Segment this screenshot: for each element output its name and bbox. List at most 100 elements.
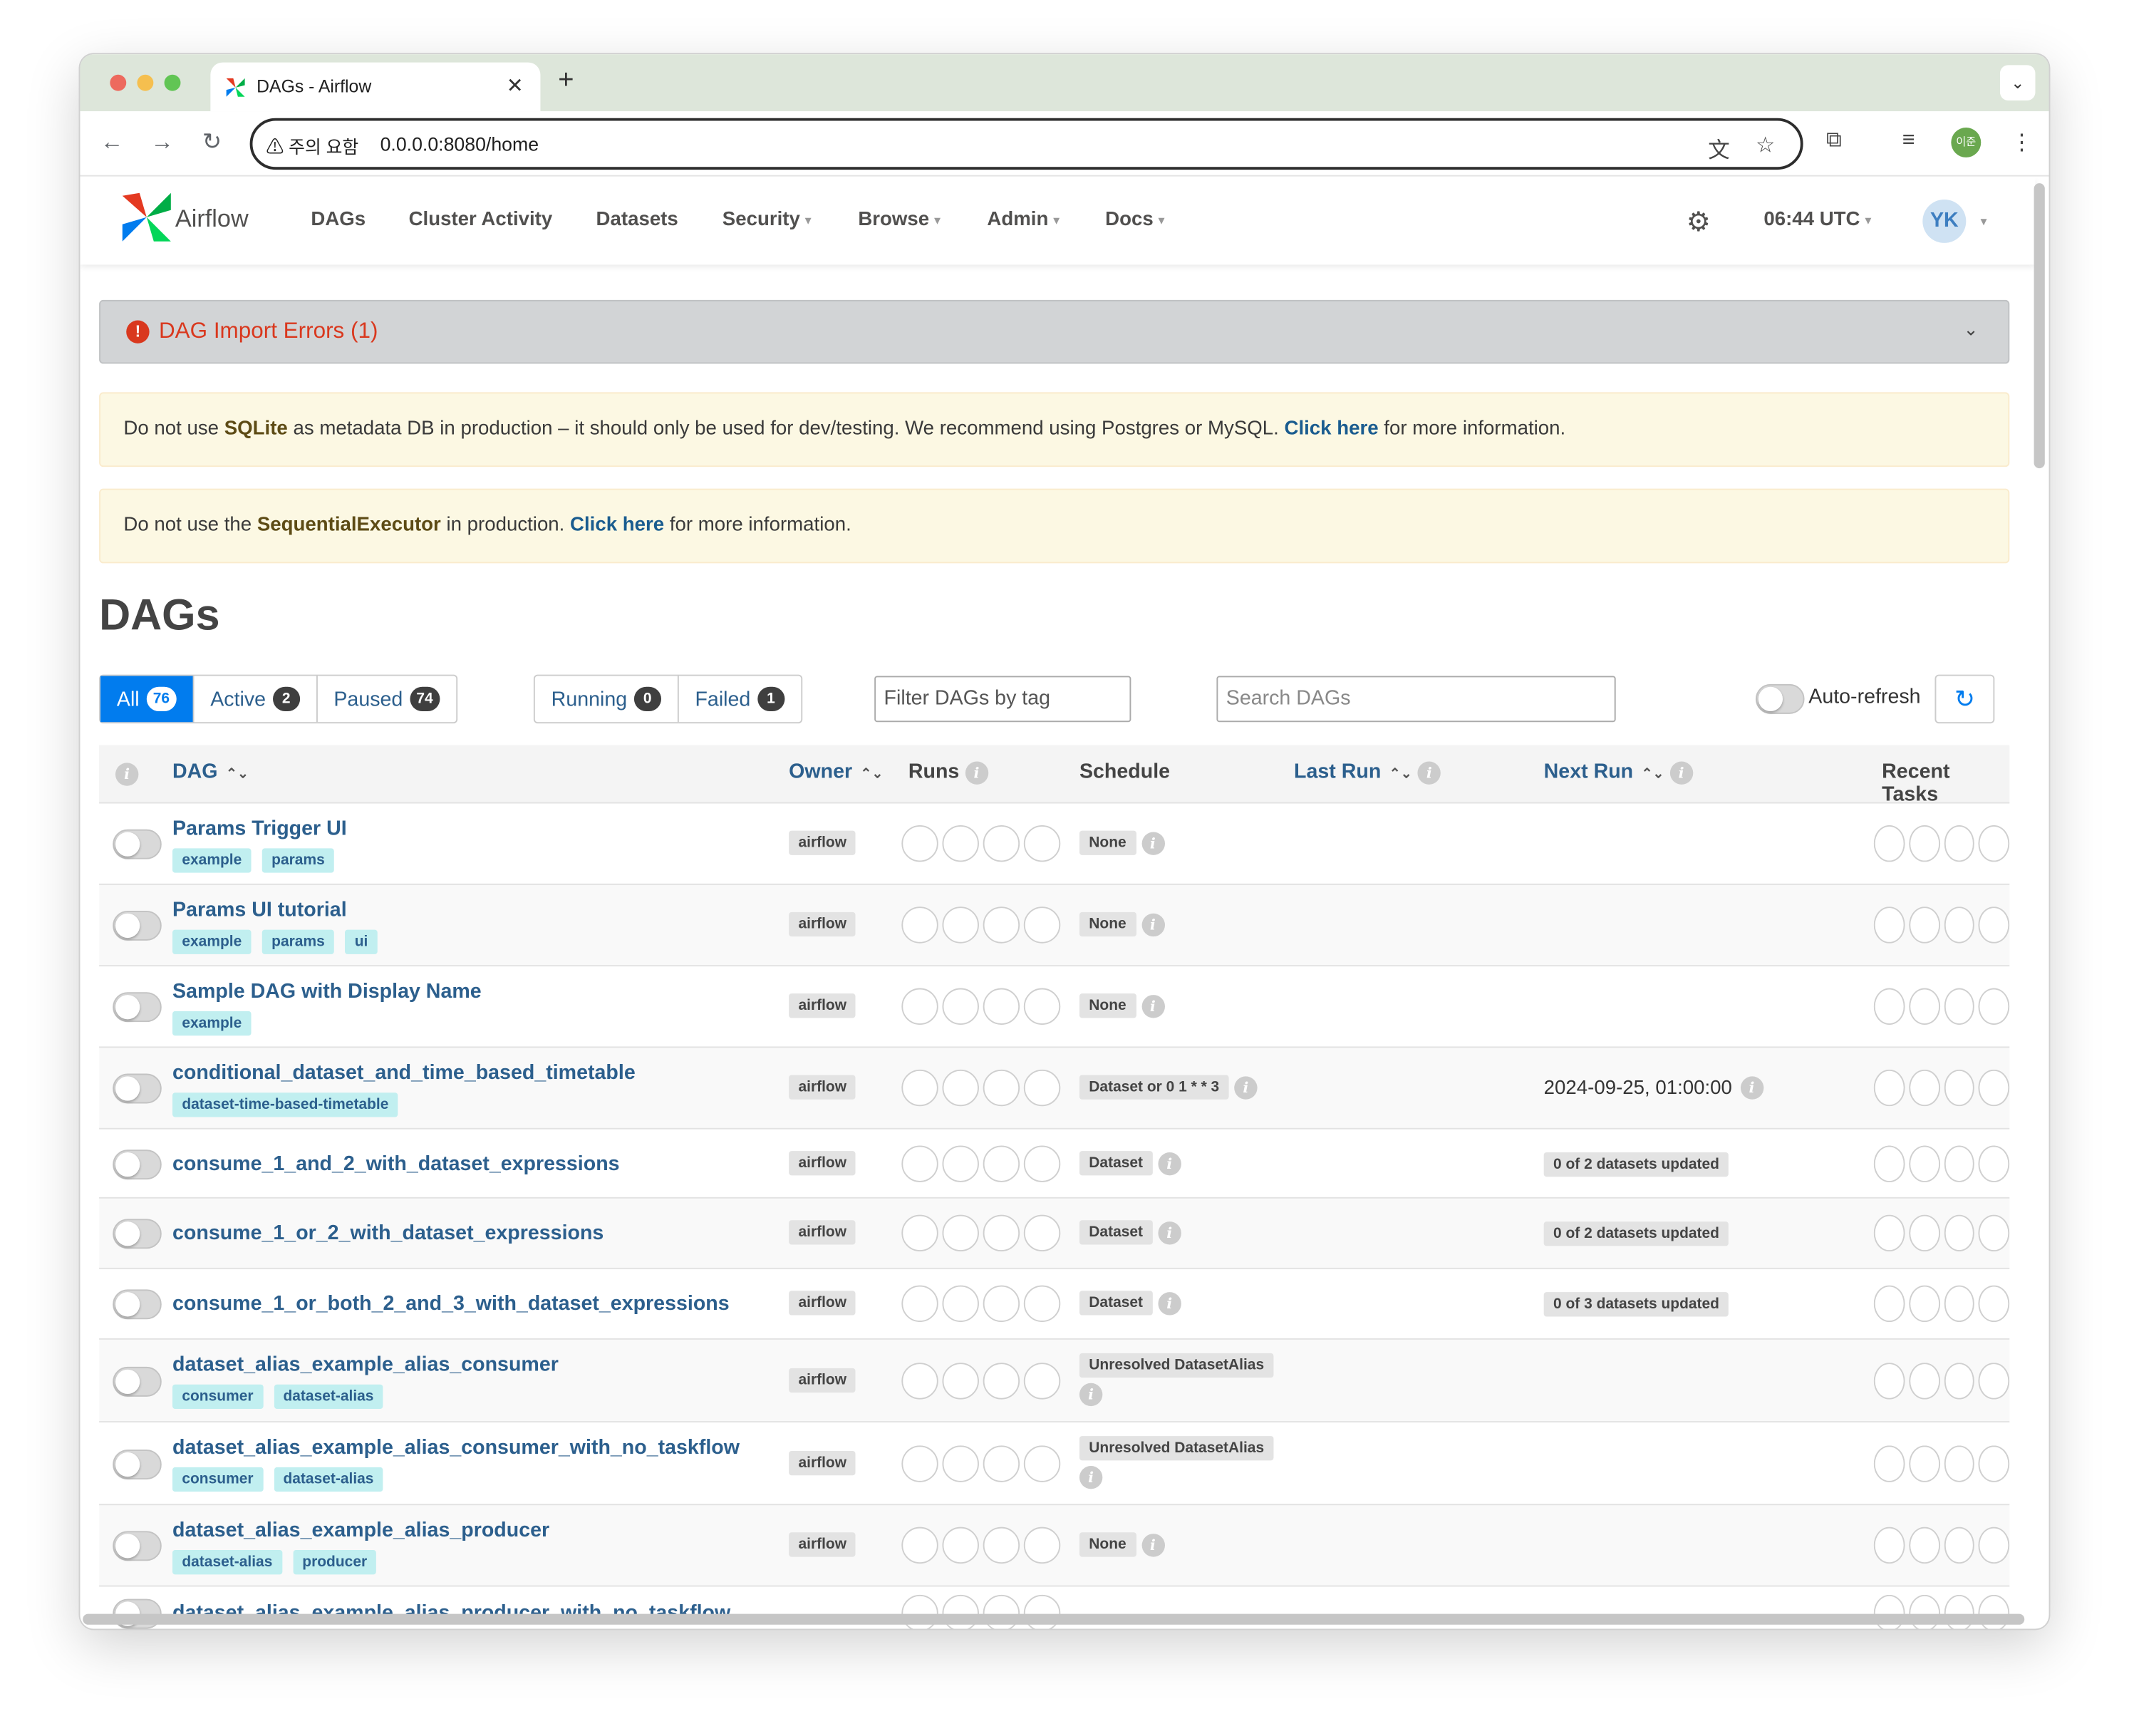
tag-filter-input[interactable]: Filter DAGs by tag	[874, 676, 1131, 723]
status-circle[interactable]	[983, 1363, 1020, 1400]
dag-name-link[interactable]: Params Trigger UI	[172, 817, 347, 840]
dag-name-link[interactable]: dataset_alias_example_alias_producer	[172, 1519, 549, 1541]
owner-badge[interactable]: airflow	[789, 1075, 856, 1100]
schedule-badge[interactable]: Unresolved DatasetAlias	[1079, 1436, 1274, 1461]
info-icon[interactable]: i	[1141, 994, 1165, 1018]
vertical-scrollbar[interactable]	[2034, 183, 2045, 469]
dag-tag[interactable]: ui	[345, 929, 378, 954]
reload-icon[interactable]: ↻	[202, 129, 222, 156]
status-circle[interactable]	[983, 1445, 1020, 1482]
pause-toggle[interactable]	[113, 1450, 162, 1480]
owner-badge[interactable]: airflow	[789, 1368, 856, 1393]
pause-toggle[interactable]	[113, 910, 162, 941]
schedule-badge[interactable]: None	[1079, 830, 1136, 855]
horizontal-scrollbar[interactable]	[83, 1613, 2025, 1625]
status-circle[interactable]	[1978, 1445, 2010, 1482]
browser-menu-icon[interactable]: ⋮	[2011, 129, 2032, 156]
status-circle[interactable]	[1873, 906, 1905, 944]
status-circle[interactable]	[1908, 1526, 1940, 1564]
status-circle[interactable]	[901, 1526, 938, 1564]
status-circle[interactable]	[1943, 1214, 1975, 1252]
info-icon[interactable]: i	[1079, 1383, 1103, 1407]
schedule-badge[interactable]: Dataset	[1079, 1291, 1153, 1316]
owner-badge[interactable]: airflow	[789, 830, 856, 855]
info-icon[interactable]: i	[1740, 1076, 1763, 1100]
status-circle[interactable]	[1873, 1363, 1905, 1400]
column-next-run[interactable]: Next Run ⌃⌄ i	[1544, 760, 1693, 785]
pause-toggle[interactable]	[113, 1149, 162, 1180]
owner-badge[interactable]: airflow	[789, 911, 856, 937]
status-circle[interactable]	[1908, 1445, 1940, 1482]
info-icon[interactable]: i	[1417, 761, 1441, 785]
filter-all-button[interactable]: All 76	[100, 676, 195, 723]
status-circle[interactable]	[983, 1285, 1020, 1323]
back-arrow-icon[interactable]: ←	[100, 129, 123, 156]
dag-import-errors-panel[interactable]: ! DAG Import Errors (1) ⌄	[99, 299, 2010, 364]
dag-name-link[interactable]: dataset_alias_example_alias_consumer_wit…	[172, 1436, 740, 1459]
reading-list-icon[interactable]: ≡	[1902, 129, 1915, 153]
status-circle[interactable]	[1873, 1445, 1905, 1482]
pause-toggle[interactable]	[113, 1289, 162, 1320]
status-circle[interactable]	[1873, 1145, 1905, 1182]
schedule-badge[interactable]: Dataset	[1079, 1220, 1153, 1245]
info-icon[interactable]: i	[1141, 1533, 1165, 1556]
info-icon[interactable]: i	[1158, 1291, 1181, 1315]
security-warning[interactable]: ⚠ 주의 요함	[266, 133, 358, 159]
status-circle[interactable]	[1978, 988, 2010, 1025]
translate-icon[interactable]: 文	[1708, 132, 1730, 165]
bookmark-star-icon[interactable]: ☆	[1756, 132, 1775, 159]
status-circle[interactable]	[1908, 1069, 1940, 1107]
nav-cluster-activity[interactable]: Cluster Activity	[409, 209, 553, 230]
status-circle[interactable]	[942, 1214, 979, 1252]
nav-security[interactable]: Security ▼	[722, 209, 814, 230]
status-circle[interactable]	[942, 1526, 979, 1564]
dag-name-link[interactable]: consume_1_or_2_with_dataset_expressions	[172, 1221, 604, 1244]
dag-tag[interactable]: consumer	[172, 1384, 263, 1409]
filter-running-button[interactable]: Running 0	[535, 676, 679, 723]
owner-badge[interactable]: airflow	[789, 1451, 856, 1476]
pause-toggle[interactable]	[113, 1366, 162, 1397]
profile-avatar[interactable]: 이준	[1951, 128, 1982, 157]
dag-tag[interactable]: dataset-alias	[172, 1550, 282, 1575]
status-circle[interactable]	[1873, 1069, 1905, 1107]
status-circle[interactable]	[1873, 1214, 1905, 1252]
dag-tag[interactable]: example	[172, 929, 252, 954]
status-circle[interactable]	[1908, 1145, 1940, 1182]
info-icon[interactable]: i	[1158, 1152, 1181, 1175]
tab-close-icon[interactable]: ✕	[507, 73, 524, 98]
auto-refresh-toggle[interactable]	[1755, 683, 1805, 714]
pause-toggle[interactable]	[113, 829, 162, 859]
status-circle[interactable]	[1023, 1445, 1061, 1482]
filter-active-button[interactable]: Active 2	[194, 676, 318, 723]
dag-name-link[interactable]: Params UI tutorial	[172, 899, 347, 921]
status-circle[interactable]	[901, 1145, 938, 1182]
owner-badge[interactable]: airflow	[789, 1151, 856, 1176]
status-circle[interactable]	[1023, 825, 1061, 862]
status-circle[interactable]	[1023, 1285, 1061, 1323]
info-icon[interactable]: i	[1234, 1075, 1258, 1099]
user-avatar[interactable]: YK	[1922, 199, 1967, 243]
status-circle[interactable]	[1873, 988, 1905, 1025]
status-circle[interactable]	[1943, 825, 1975, 862]
nav-docs[interactable]: Docs ▼	[1105, 209, 1166, 230]
status-circle[interactable]	[1943, 1526, 1975, 1564]
schedule-badge[interactable]: None	[1079, 993, 1136, 1018]
status-circle[interactable]	[1023, 1069, 1061, 1107]
nav-browse[interactable]: Browse ▼	[858, 209, 943, 230]
owner-badge[interactable]: airflow	[789, 1291, 856, 1316]
status-circle[interactable]	[1943, 1363, 1975, 1400]
status-circle[interactable]	[1023, 988, 1061, 1025]
status-circle[interactable]	[1978, 1363, 2010, 1400]
info-icon[interactable]: i	[115, 761, 139, 786]
info-icon[interactable]: i	[1079, 1465, 1103, 1489]
status-circle[interactable]	[901, 825, 938, 862]
status-circle[interactable]	[983, 1069, 1020, 1107]
status-circle[interactable]	[1978, 1145, 2010, 1182]
search-dags-input[interactable]: Search DAGs	[1216, 676, 1616, 723]
status-circle[interactable]	[1943, 906, 1975, 944]
status-circle[interactable]	[983, 1145, 1020, 1182]
status-circle[interactable]	[1943, 988, 1975, 1025]
status-circle[interactable]	[942, 906, 979, 944]
minimize-window-button[interactable]	[137, 74, 154, 91]
column-dag[interactable]: DAG ⌃⌄	[172, 760, 249, 783]
